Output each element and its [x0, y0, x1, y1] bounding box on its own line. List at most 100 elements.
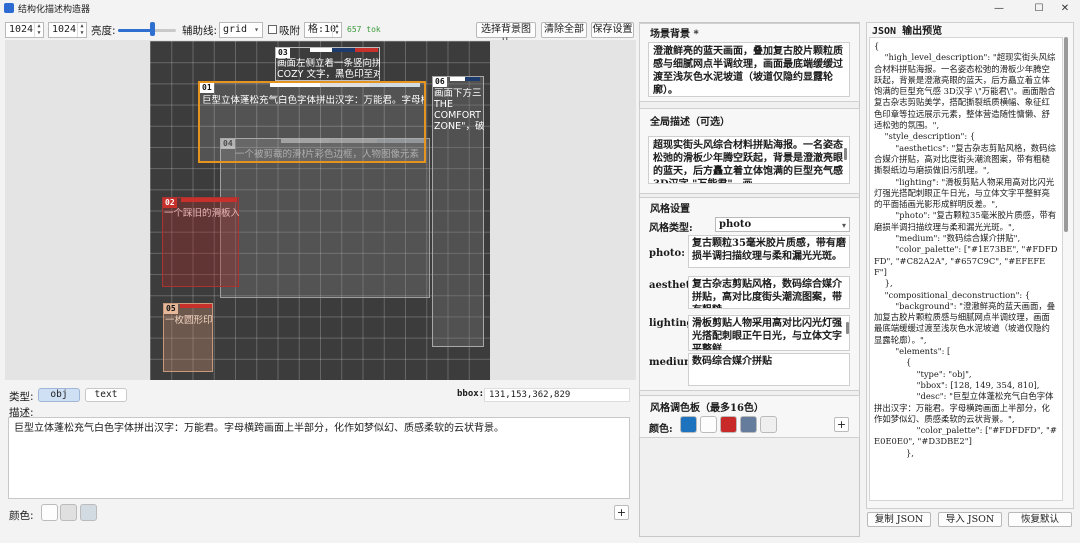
add-style-color-button[interactable]: +: [834, 417, 849, 432]
element-palette: [270, 83, 420, 87]
element-palette: [450, 77, 480, 81]
height-value: 1024: [52, 24, 77, 35]
width-spinbox[interactable]: 1024 ▲ ▼: [5, 22, 44, 38]
medium-textarea[interactable]: 数码综合媒介拼贴: [688, 353, 850, 386]
style-color-swatch[interactable]: [740, 416, 757, 433]
element-palette: [310, 48, 378, 52]
style-palette-title: 风格调色板（最多16色）: [650, 403, 764, 414]
element-palette: [180, 304, 212, 308]
grid-spinbox[interactable]: 格:10 ▲ ▼: [304, 22, 342, 38]
photo-label: photo:: [649, 248, 685, 259]
element-number: 06: [433, 77, 447, 87]
element-text: THE: [434, 99, 453, 110]
palette-swatch: [332, 48, 355, 52]
aesthetics-textarea[interactable]: 复古杂志剪贴风格，数码综合媒介拼贴，高对比度街头潮流图案，带有粗糙: [688, 276, 850, 309]
global-description-textarea[interactable]: 超现实街头风综合材料拼贴海报。一名姿态松弛的滑板少年腾空跃起，背景是澄澈亮眼的蓝…: [648, 136, 850, 184]
clear-all-button[interactable]: 清除全部: [541, 22, 587, 38]
style-color-swatch[interactable]: [760, 416, 777, 433]
spin-arrows-icon[interactable]: ▲ ▼: [77, 23, 86, 37]
chevron-down-icon: ▾: [254, 25, 259, 34]
element-box-01[interactable]: 01 巨型立体蓬松充气白色字体拼出汉字：万能君。字母横: [198, 81, 426, 163]
element-box-03[interactable]: 03 画面左侧立着一条竖向拼 COZY 文字，黑色印至对: [275, 47, 380, 81]
title-bar: 结构化描述构造器 — ☐ ✕: [0, 0, 1080, 16]
description-textarea[interactable]: 巨型立体蓬松充气白色字体拼出汉字：万能君。字母横跨画面上半部分，化作如梦似幻、质…: [8, 417, 630, 499]
element-number: 01: [200, 83, 214, 93]
element-text: 画面左侧立着一条竖向拼: [277, 58, 380, 69]
add-color-button[interactable]: +: [614, 505, 629, 520]
element-text: 巨型立体蓬松充气白色字体拼出汉字：万能君。字母横: [202, 95, 424, 106]
palette-swatch: [319, 83, 369, 87]
element-text: 画面下方三: [434, 88, 482, 99]
scrollbar[interactable]: [846, 322, 849, 334]
style-color-swatch[interactable]: [700, 416, 717, 433]
element-color-swatch[interactable]: [80, 504, 97, 521]
guides-value: grid: [223, 24, 248, 35]
bbox-input[interactable]: 131,153,362,829: [484, 388, 630, 402]
element-number: 05: [164, 304, 178, 314]
element-text: COMFORT: [434, 110, 481, 121]
style-type-select[interactable]: photo ▾: [715, 217, 850, 232]
brightness-slider-thumb[interactable]: [149, 22, 155, 36]
snap-checkbox[interactable]: [268, 25, 277, 34]
palette-swatch: [196, 304, 212, 308]
palette-swatch: [310, 48, 333, 52]
lighting-textarea[interactable]: 滑板剪贴人物采用高对比闪光灯强光搭配刺眼正午日光，与立体文字平整鲜: [688, 315, 850, 351]
select-background-button[interactable]: 选择背景图片: [476, 22, 536, 49]
copy-json-button[interactable]: 复制 JSON: [867, 512, 931, 527]
width-value: 1024: [9, 24, 34, 35]
chevron-down-icon: ▾: [841, 220, 846, 230]
style-type-value: photo: [719, 219, 752, 230]
element-box-05[interactable]: 05 一枚圆形印: [163, 303, 213, 372]
token-count: 657 tok: [347, 25, 381, 34]
palette-swatch: [209, 198, 237, 202]
element-text: COZY 文字，黑色印至对: [277, 69, 380, 80]
palette-swatch: [369, 83, 420, 87]
json-panel-title: JSON 输出预览: [872, 26, 943, 37]
palette-swatch: [354, 48, 378, 52]
palette-swatch: [465, 77, 480, 81]
layout-canvas[interactable]: 03 画面左侧立着一条竖向拼 COZY 文字，黑色印至对 06 画面下方三 TH…: [150, 41, 490, 380]
window-title: 结构化描述构造器: [18, 5, 91, 15]
close-button[interactable]: ✕: [1050, 0, 1080, 16]
save-settings-button[interactable]: 保存设置: [591, 22, 634, 38]
background-title: 场景背景 *: [650, 29, 699, 40]
element-color-swatch[interactable]: [41, 504, 58, 521]
brightness-fill: [118, 29, 153, 32]
guides-label: 辅助线:: [182, 25, 218, 37]
style-type-label: 风格类型:: [649, 223, 693, 234]
photo-textarea[interactable]: 复古颗粒35毫米胶片质感，带有磨损半调扫描纹理与柔和漏光光斑。: [688, 235, 850, 268]
spin-arrows-icon[interactable]: ▲ ▼: [332, 23, 341, 37]
element-palette: [181, 198, 237, 202]
scrollbar[interactable]: [1064, 37, 1068, 232]
palette-swatch: [181, 198, 209, 202]
type-label: 类型:: [9, 391, 34, 403]
element-text: 一个踩旧的滑板入: [164, 208, 239, 219]
type-obj-toggle[interactable]: obj: [38, 388, 80, 402]
brightness-slider[interactable]: [118, 29, 176, 32]
style-palette-label: 颜色:: [649, 424, 673, 435]
element-text: 一枚圆形印: [165, 315, 213, 326]
element-box-06[interactable]: 06 画面下方三 THE COMFORT ZONE"，破损: [432, 76, 484, 347]
snap-label: 吸附: [279, 25, 300, 37]
import-json-button[interactable]: 导入 JSON: [938, 512, 1002, 527]
reset-defaults-button[interactable]: 恢复默认: [1008, 512, 1072, 527]
element-number: 03: [276, 48, 290, 58]
element-text: ZONE"，破损: [434, 121, 484, 132]
palette-swatch: [450, 77, 465, 81]
scrollbar[interactable]: [844, 148, 847, 160]
json-preview[interactable]: { "high_level_description": "超现实街头风综合材料拼…: [869, 37, 1063, 501]
bbox-label: bbox:: [457, 389, 485, 399]
element-box-02[interactable]: 02 一个踩旧的滑板入: [162, 197, 239, 287]
style-color-swatch[interactable]: [680, 416, 697, 433]
brightness-label: 亮度:: [91, 25, 116, 37]
height-spinbox[interactable]: 1024 ▲ ▼: [48, 22, 87, 38]
minimize-button[interactable]: —: [984, 0, 1014, 16]
global-description-title: 全局描述（可选）: [650, 117, 730, 128]
background-textarea[interactable]: 澄澈鲜亮的蓝天画面，叠加复古胶片颗粒质感与细腻网点半调纹理，画面最底端缓缓过渡至…: [648, 42, 850, 97]
spin-arrows-icon[interactable]: ▲ ▼: [34, 23, 43, 37]
guides-select[interactable]: grid ▾: [219, 22, 263, 38]
type-text-toggle[interactable]: text: [85, 388, 127, 402]
style-title: 风格设置: [650, 204, 690, 215]
style-color-swatch[interactable]: [720, 416, 737, 433]
element-color-swatch[interactable]: [60, 504, 77, 521]
